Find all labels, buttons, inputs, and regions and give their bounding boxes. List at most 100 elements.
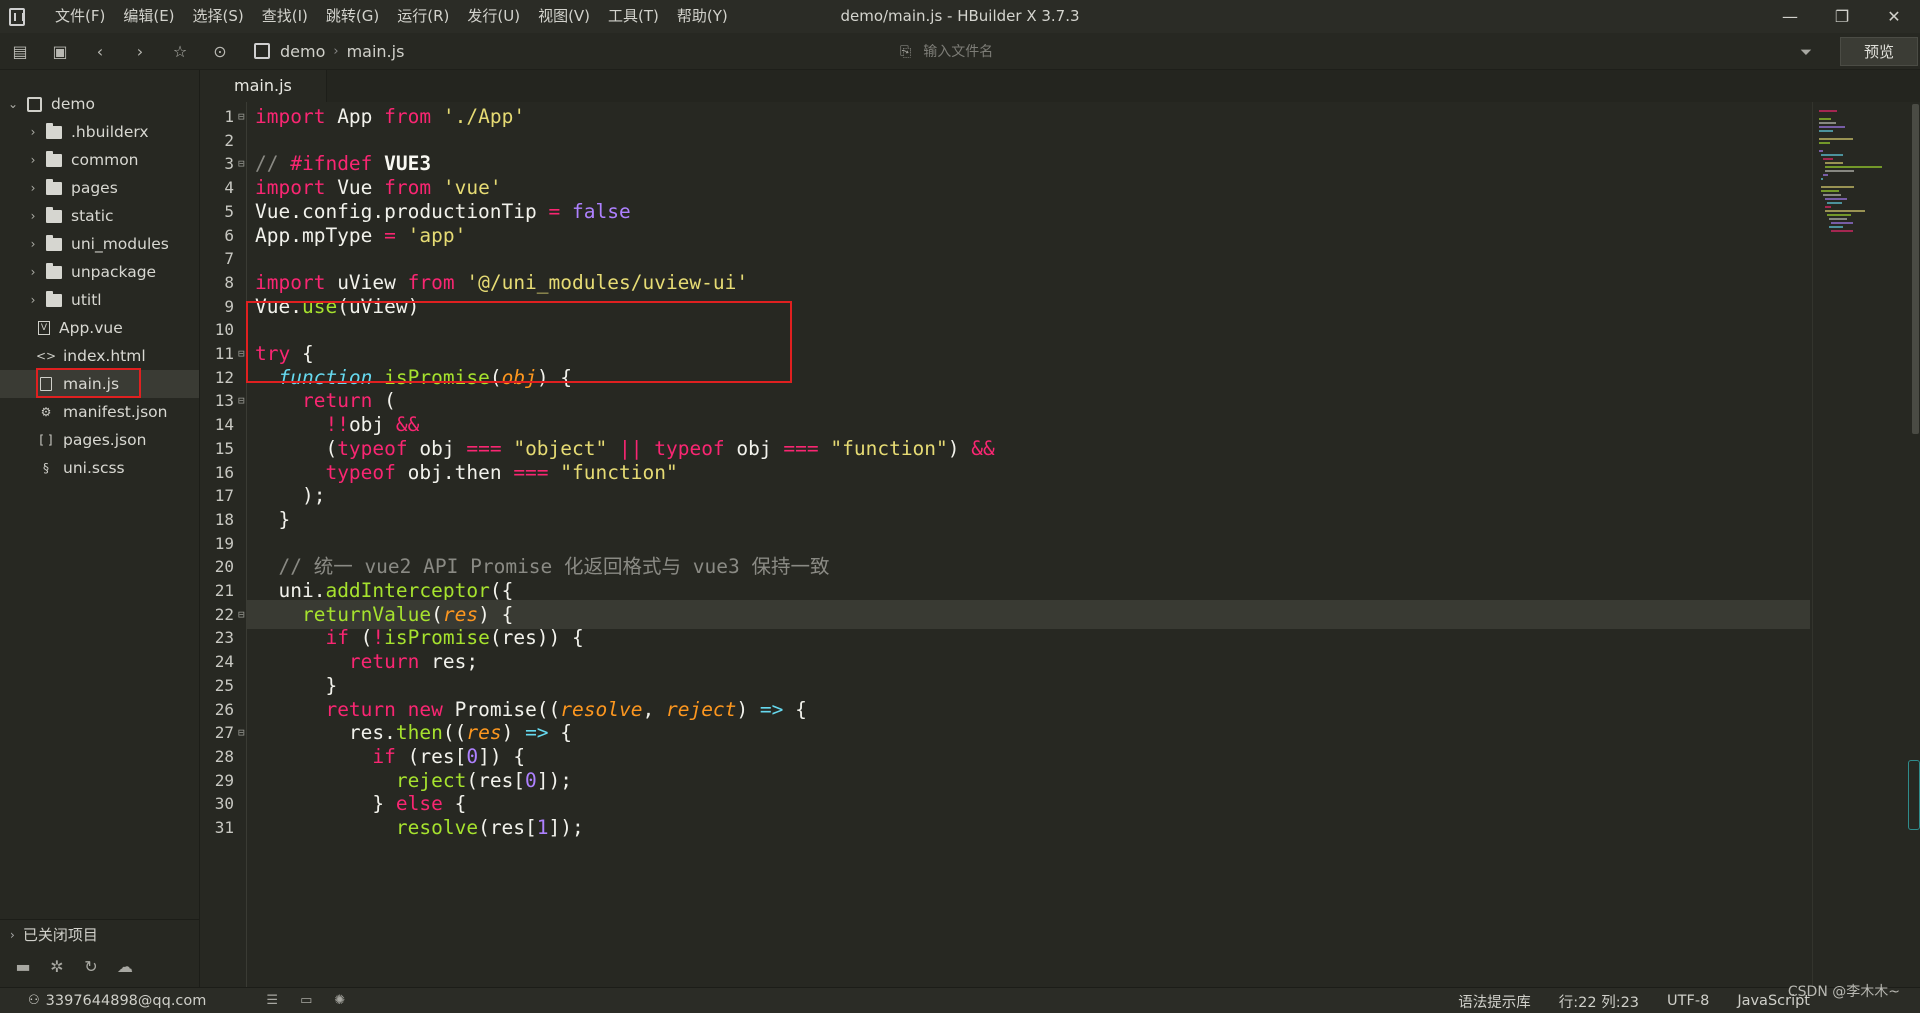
tree-item-label: uni.scss	[63, 459, 125, 477]
menu-item-1[interactable]: 编辑(E)	[114, 0, 183, 33]
menu-item-8[interactable]: 工具(T)	[599, 0, 668, 33]
html-file-icon: <>	[35, 349, 57, 363]
code-area[interactable]: import App from './App'// #ifndef VUE3 im…	[246, 102, 1810, 987]
tree-item-label: common	[71, 151, 139, 169]
menu-item-2[interactable]: 选择(S)	[184, 0, 253, 33]
minimap-line	[1829, 226, 1844, 228]
line-number: 31	[214, 818, 234, 837]
tree-item-main-js[interactable]: main.js	[0, 370, 199, 398]
tree-item-static[interactable]: › static	[0, 202, 199, 230]
maximize-button[interactable]: ❐	[1816, 0, 1868, 33]
tree-item-utitl[interactable]: › utitl	[0, 286, 199, 314]
list-icon[interactable]: ☰	[266, 993, 278, 1008]
new-file-icon[interactable]: ▤	[0, 33, 40, 70]
tree-item-manifest-json[interactable]: ⚙ manifest.json	[0, 398, 199, 426]
debug-icon[interactable]: ✺	[334, 993, 345, 1008]
tree-item-unpackage[interactable]: › unpackage	[0, 258, 199, 286]
menu-item-6[interactable]: 发行(U)	[458, 0, 529, 33]
minimap[interactable]	[1812, 102, 1908, 987]
chevron-right-icon[interactable]: ›	[28, 237, 38, 251]
minimap-line	[1827, 202, 1843, 204]
minimap-line	[1821, 154, 1843, 156]
menu-item-5[interactable]: 运行(R)	[388, 0, 458, 33]
hint-library[interactable]: 语法提示库	[1458, 991, 1531, 1012]
chevron-right-icon[interactable]: ›	[28, 125, 38, 139]
minimap-line	[1825, 210, 1865, 212]
hbuilderx-logo-icon	[0, 0, 34, 33]
file-encoding[interactable]: UTF-8	[1667, 993, 1709, 1009]
terminal-icon[interactable]: ▭	[300, 993, 312, 1008]
chevron-right-icon[interactable]: ›	[28, 265, 38, 279]
tree-item-index-html[interactable]: <> index.html	[0, 342, 199, 370]
editor-tabs: main.js	[200, 70, 1920, 102]
tree-item-app-vue[interactable]: V App.vue	[0, 314, 199, 342]
project-explorer: ⌄ demo › .hbuilderx › common › pages › static › u…	[0, 70, 200, 987]
tree-item-pages-json[interactable]: [ ] pages.json	[0, 426, 199, 454]
minimap-line	[1819, 138, 1853, 140]
minimap-line	[1821, 178, 1824, 180]
minimap-line	[1831, 230, 1854, 232]
tree-item-uni-modules[interactable]: › uni_modules	[0, 230, 199, 258]
chevron-right-icon[interactable]: ›	[28, 181, 38, 195]
breadcrumb-separator: ›	[333, 43, 339, 59]
cursor-position[interactable]: 行:22 列:23	[1559, 991, 1639, 1012]
project-icon	[254, 43, 270, 59]
folder-icon	[46, 262, 62, 279]
tree-item-label: pages	[71, 179, 118, 197]
breadcrumb-file[interactable]: main.js	[347, 42, 405, 61]
run-icon[interactable]: ⊙	[200, 33, 240, 70]
project-manager-icon[interactable]: ▬	[6, 957, 40, 976]
file-search-icon: ⎘	[900, 43, 912, 60]
chevron-right-icon: ›	[10, 927, 15, 942]
menu-item-3[interactable]: 查找(I)	[253, 0, 317, 33]
star-icon[interactable]: ☆	[160, 33, 200, 70]
breadcrumb-project[interactable]: demo	[280, 42, 325, 61]
chevron-down-icon[interactable]: ⌄	[8, 97, 18, 111]
tree-item-uni-scss[interactable]: § uni.scss	[0, 454, 199, 482]
preview-button[interactable]: 预览	[1840, 37, 1918, 66]
tab-main-js[interactable]: main.js	[200, 70, 327, 102]
code-line[interactable]: resolve(res[1]);	[247, 813, 1810, 842]
title-bar: 文件(F) 编辑(E) 选择(S) 查找(I) 跳转(G) 运行(R) 发行(U) 视图(V)…	[0, 0, 1920, 33]
code-line-text: resolve(res[1]);	[395, 816, 584, 839]
scrollbar-thumb[interactable]	[1912, 104, 1919, 434]
closed-projects[interactable]: › 已关闭项目	[0, 919, 199, 949]
tree-item--hbuilderx[interactable]: › .hbuilderx	[0, 118, 199, 146]
git-icon[interactable]: ↻	[74, 957, 108, 976]
menu-item-4[interactable]: 跳转(G)	[317, 0, 388, 33]
forward-icon[interactable]: ›	[120, 33, 160, 70]
status-tools: ☰ ▭ ✺	[266, 993, 367, 1008]
close-button[interactable]: ✕	[1868, 0, 1920, 33]
cloud-icon[interactable]: ☁	[108, 957, 142, 976]
menu-item-0[interactable]: 文件(F)	[46, 0, 114, 33]
file-search-input[interactable]	[923, 43, 1224, 60]
tree-item-common[interactable]: › common	[0, 146, 199, 174]
folder-icon	[46, 234, 62, 251]
minimap-line	[1819, 110, 1838, 112]
menu-item-7[interactable]: 视图(V)	[529, 0, 599, 33]
chevron-right-icon[interactable]: ›	[28, 293, 38, 307]
menu-item-9[interactable]: 帮助(Y)	[668, 0, 737, 33]
closed-projects-label: 已关闭项目	[22, 926, 98, 944]
menu-bar: 文件(F) 编辑(E) 选择(S) 查找(I) 跳转(G) 运行(R) 发行(U) 视图(V)…	[46, 0, 737, 33]
minimap-line	[1819, 118, 1831, 120]
minimap-line	[1819, 122, 1836, 124]
breadcrumb: demo › main.js	[254, 42, 404, 61]
chevron-right-icon[interactable]: ›	[28, 153, 38, 167]
plugin-icon[interactable]: ✲	[40, 957, 74, 976]
chevron-right-icon[interactable]: ›	[28, 209, 38, 223]
folder-icon	[46, 178, 62, 195]
user-account[interactable]: ⚇ 3397644898@qq.com	[28, 993, 206, 1009]
toolbar: ▤ ▣ ‹ › ☆ ⊙ demo › main.js ⎘ ⏷ 预览	[0, 33, 1920, 70]
tree-project-demo[interactable]: ⌄ demo	[0, 90, 199, 118]
vertical-scrollbar[interactable]	[1910, 102, 1920, 987]
back-icon[interactable]: ‹	[80, 33, 120, 70]
folder-icon	[46, 206, 62, 223]
minimize-button[interactable]: —	[1764, 0, 1816, 33]
csdn-watermark: CSDN @李木木~	[1787, 984, 1900, 1000]
filter-icon[interactable]: ⏷	[1800, 33, 1812, 70]
tree-item-pages[interactable]: › pages	[0, 174, 199, 202]
code-editor[interactable]: 1 ⊟ 2 3 ⊟ 4 5 6 7 8 9 10 11 ⊟ 12 13 ⊟ 14 15 16 17 18 19 20 21 22 ⊟…	[200, 102, 1810, 987]
save-icon[interactable]: ▣	[40, 33, 80, 70]
tree-item-label: pages.json	[63, 431, 147, 449]
